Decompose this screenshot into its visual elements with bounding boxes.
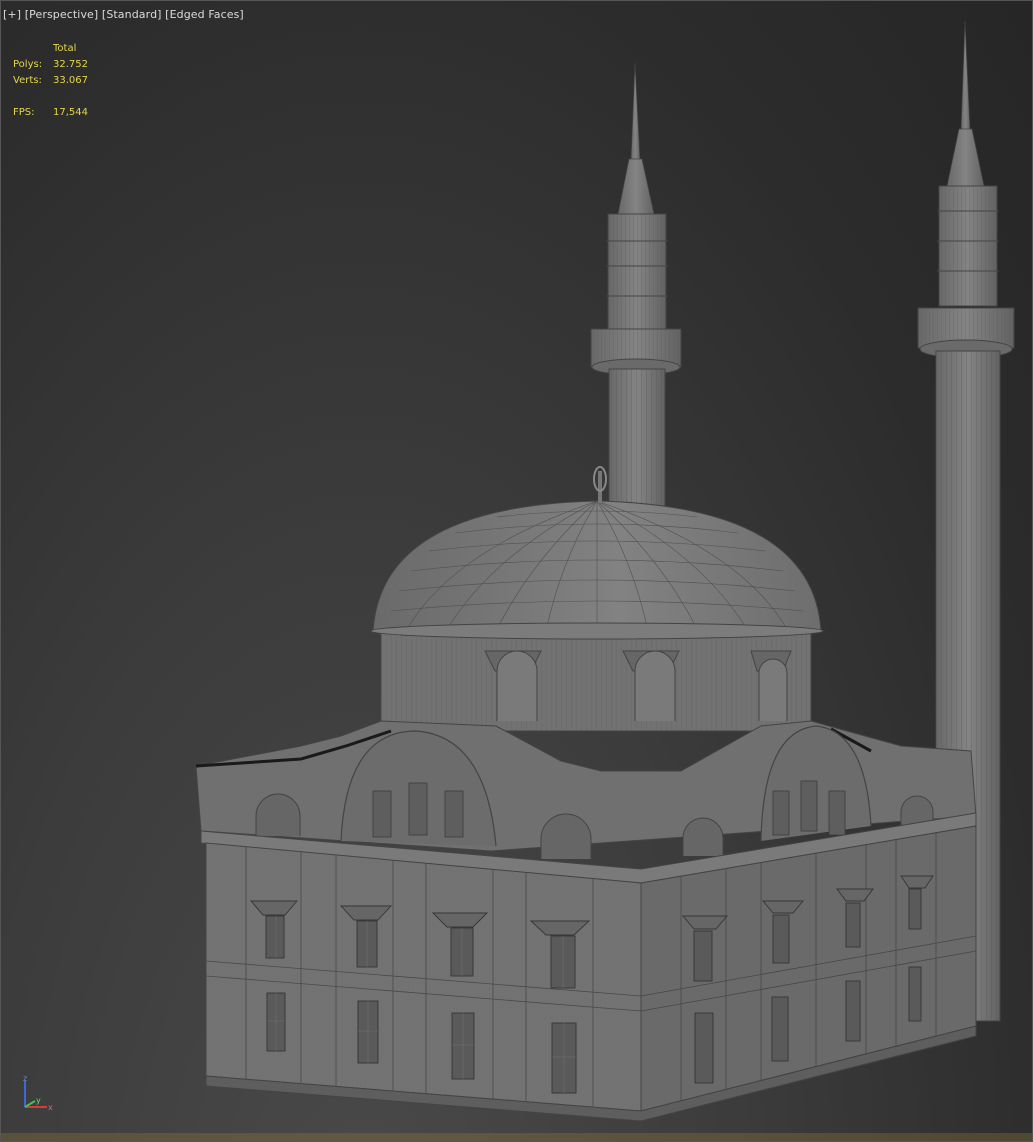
scene-statistics: Total Polys: 32.752 Verts: 33.067 FPS: 17,5… [13,41,88,121]
main-dome [370,466,824,640]
stats-header: Total [53,43,77,54]
axis-z-label: z [23,1074,27,1083]
axis-y-label: y [36,1096,41,1105]
verts-value: 33.067 [53,75,88,86]
viewport-bottom-edge [1,1133,1032,1141]
left-minaret [590,62,682,570]
viewport-display-mode-menu[interactable]: [Edged Faces] [165,8,244,21]
axis-tripod-icon: z x y [23,1074,53,1112]
mosque-3d-model[interactable] [1,1,1033,1142]
viewport-view-menu[interactable]: [Perspective] [25,8,99,21]
viewport-plus-menu[interactable]: [+] [3,8,21,21]
dome-drum [380,630,812,732]
fps-value: 17,544 [53,107,88,118]
polys-label: Polys: [13,59,43,70]
viewport-label[interactable]: [+] [Perspective] [Standard] [Edged Face… [3,8,244,21]
verts-label: Verts: [13,75,42,86]
fps-label: FPS: [13,107,35,118]
perspective-viewport[interactable]: [+] [Perspective] [Standard] [Edged Face… [0,0,1033,1142]
axis-x-label: x [48,1103,53,1112]
polys-value: 32.752 [53,59,88,70]
viewport-shading-standard-menu[interactable]: [Standard] [102,8,162,21]
